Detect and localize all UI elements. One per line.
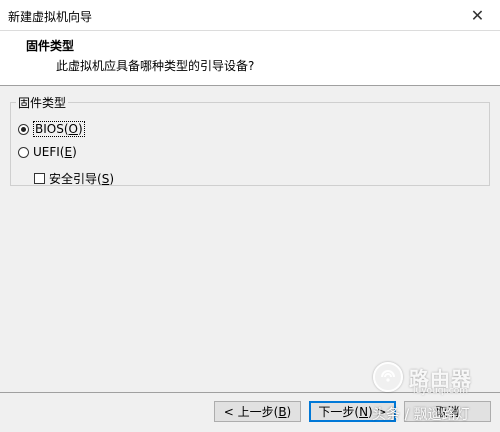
window-titlebar: 新建虚拟机向导 ✕ <box>0 0 500 31</box>
secure-boot-label[interactable]: 安全引导(S) <box>49 170 114 187</box>
uefi-label[interactable]: UEFI(E) <box>33 145 77 159</box>
close-button[interactable]: ✕ <box>455 0 500 30</box>
watermark-domain: luyouqi.com <box>413 386 469 396</box>
bios-option[interactable]: BIOS(O) <box>18 121 85 137</box>
firmware-group-legend: 固件类型 <box>16 94 69 111</box>
uefi-option[interactable]: UEFI(E) <box>18 145 77 159</box>
wizard-header: 固件类型 此虚拟机应具备哪种类型的引导设备? <box>0 31 500 86</box>
watermark: 路由器 luyouqi.com <box>373 362 472 396</box>
secure-boot-option[interactable]: 安全引导(S) <box>34 170 114 187</box>
secure-boot-checkbox[interactable] <box>34 173 45 184</box>
uefi-radio[interactable] <box>18 146 29 158</box>
bios-radio[interactable] <box>18 123 29 135</box>
watermark-caption: 头条 / 飘遥路灯 <box>372 407 470 423</box>
page-title: 固件类型 <box>26 39 75 53</box>
close-icon: ✕ <box>470 5 485 25</box>
bios-label[interactable]: BIOS(O) <box>33 121 85 137</box>
router-logo-icon <box>373 362 403 392</box>
page-subtitle: 此虚拟机应具备哪种类型的引导设备? <box>56 59 255 73</box>
back-button[interactable]: < 上一步(B) <box>214 401 301 422</box>
window-title: 新建虚拟机向导 <box>8 10 93 24</box>
